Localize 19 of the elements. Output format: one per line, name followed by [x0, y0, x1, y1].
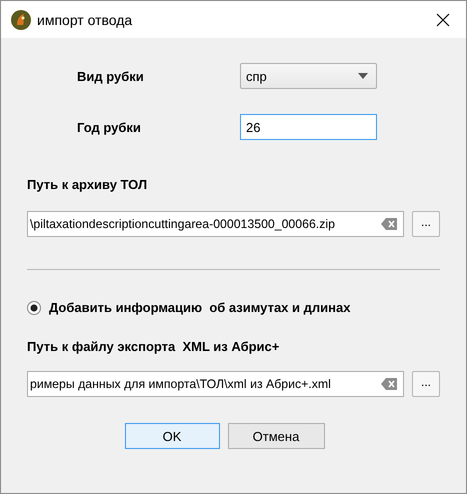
dropdown-caret-icon — [358, 73, 368, 79]
clear-icon[interactable] — [381, 218, 397, 230]
app-logo-icon — [11, 10, 31, 30]
clear-icon[interactable] — [381, 378, 397, 390]
browse-button[interactable]: ... — [412, 211, 440, 237]
close-icon — [436, 12, 450, 26]
section-label: Путь к архиву ТОЛ — [27, 177, 148, 192]
cancel-button[interactable]: Отмена — [228, 423, 324, 449]
window-title: импорт отвода — [37, 12, 134, 28]
azimuth-radio-option[interactable]: Добавить информацию об азимутах и длинах — [27, 300, 440, 315]
field-label: Вид рубки — [77, 68, 145, 84]
path-field[interactable]: \piltaxationdescriptioncuttingarea-000013500_00066.zip — [27, 211, 404, 237]
year-field[interactable]: 26 — [240, 114, 377, 140]
path-field[interactable]: римеры данных для импорта\ТОЛ\xml из Абрис+.xml — [27, 371, 404, 397]
field-label: Год рубки — [77, 120, 142, 134]
ok-button[interactable]: OK — [124, 423, 220, 449]
cutting-type-dropdown[interactable]: спр — [240, 63, 377, 89]
browse-button[interactable]: ... — [412, 371, 440, 397]
section-label: Путь к файлу экспорта XML из Абрис+ — [27, 339, 280, 354]
